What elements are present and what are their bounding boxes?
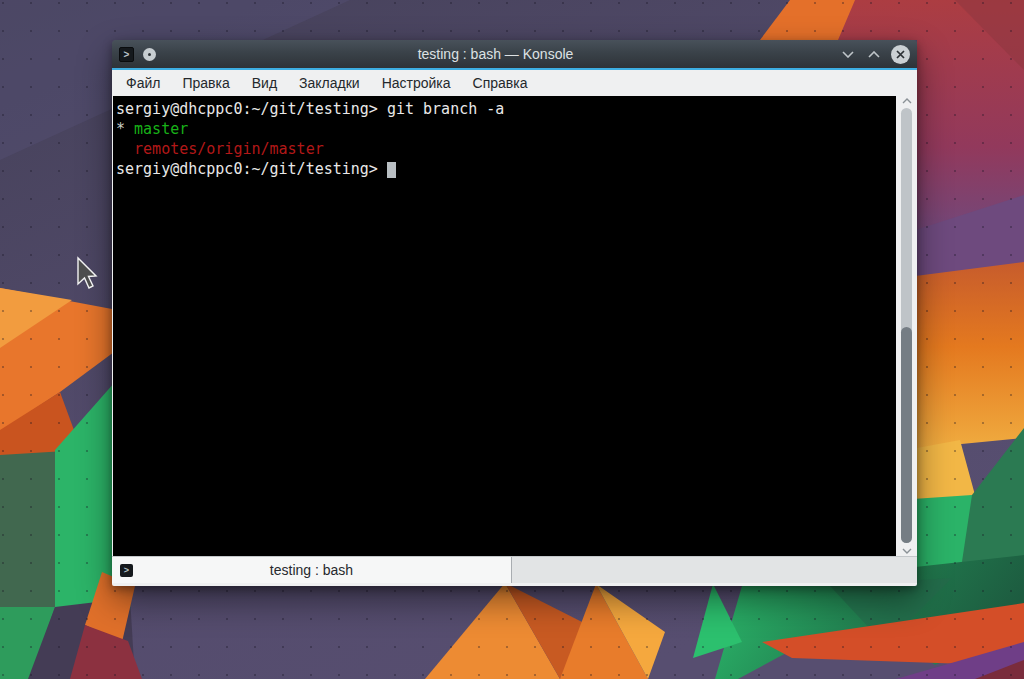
pin-on-all-desktops-icon[interactable]	[143, 48, 156, 61]
tab-label: testing : bash	[270, 562, 353, 578]
konsole-app-icon: >	[119, 47, 134, 62]
close-button[interactable]	[891, 45, 910, 64]
maximize-button[interactable]	[861, 44, 887, 64]
window-titlebar[interactable]: > testing : bash — Konsole	[112, 40, 917, 68]
mouse-cursor	[76, 256, 98, 290]
menu-item[interactable]: Правка	[171, 75, 240, 91]
menu-item[interactable]: Справка	[462, 75, 539, 91]
terminal-area: sergiy@dhcppc0:~/git/testing> git branch…	[112, 96, 917, 556]
terminal-tab-icon: >	[120, 564, 133, 577]
terminal-line: sergiy@dhcppc0:~/git/testing> git branch…	[116, 99, 896, 119]
terminal-line: * master	[116, 119, 896, 139]
chevron-up-icon	[902, 98, 912, 104]
window-bottom-edge	[112, 583, 917, 586]
menu-item[interactable]: Закладки	[288, 75, 371, 91]
menu-item[interactable]: Настройка	[371, 75, 462, 91]
chevron-up-icon	[868, 51, 880, 58]
window-title: testing : bash — Konsole	[156, 46, 835, 62]
tab-testing-bash[interactable]: > testing : bash	[112, 557, 512, 583]
desktop: > testing : bash — Konsole ФайлПравкаВид…	[0, 0, 1024, 679]
konsole-window: > testing : bash — Konsole ФайлПравкаВид…	[112, 40, 917, 586]
terminal-line: remotes/origin/master	[116, 139, 896, 159]
terminal-line: sergiy@dhcppc0:~/git/testing>	[116, 159, 896, 179]
menu-item[interactable]: Файл	[115, 75, 171, 91]
terminal-output[interactable]: sergiy@dhcppc0:~/git/testing> git branch…	[113, 96, 896, 556]
scrollbar-up-arrow[interactable]	[896, 98, 917, 104]
close-icon	[896, 50, 905, 59]
minimize-button[interactable]	[835, 44, 861, 64]
tab-bar: > testing : bash	[112, 556, 917, 583]
scrollbar-thumb[interactable]	[901, 327, 912, 543]
terminal-cursor	[387, 162, 396, 178]
chevron-down-icon	[902, 548, 912, 554]
menu-item[interactable]: Вид	[241, 75, 288, 91]
terminal-scrollbar[interactable]	[896, 96, 917, 556]
scrollbar-down-arrow[interactable]	[896, 548, 917, 554]
menu-bar: ФайлПравкаВидЗакладкиНастройкаСправка	[112, 70, 917, 96]
chevron-down-icon	[842, 51, 854, 58]
